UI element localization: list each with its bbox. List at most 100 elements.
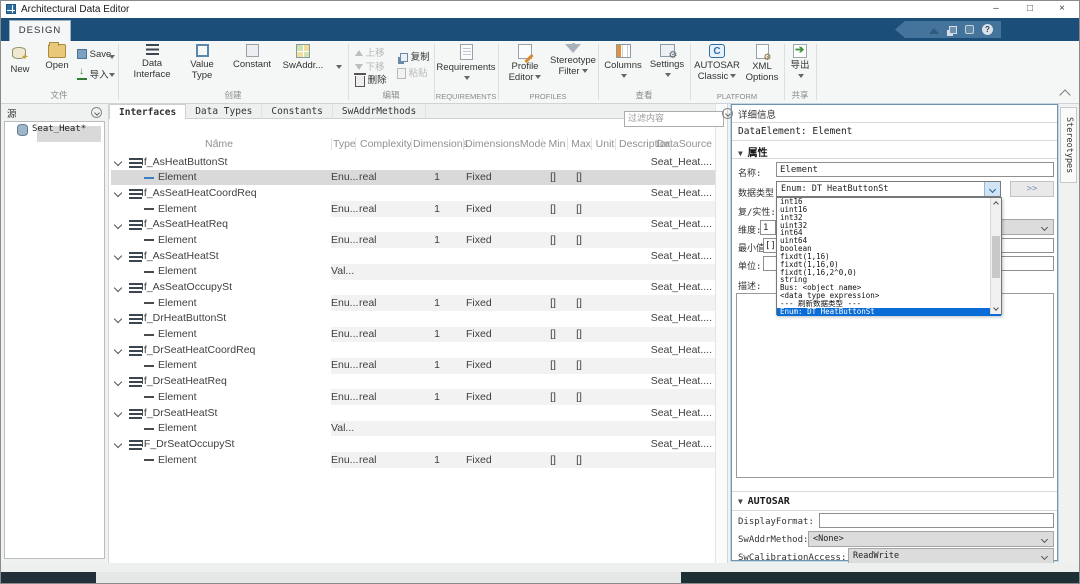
col-type[interactable]: Type [333, 138, 356, 150]
collapse-ribbon-icon[interactable] [929, 27, 939, 34]
table-row[interactable]: If_DrSeatHeatCoordReq Seat_Heat.... [111, 342, 715, 358]
swaddrmethod-combobox[interactable]: <None> [808, 531, 1054, 547]
combo-arrow-icon[interactable] [1037, 549, 1053, 563]
copy-button[interactable]: 复制 [397, 49, 430, 63]
col-datasource[interactable]: DataSource [657, 138, 712, 150]
create-gallery-caret[interactable] [336, 65, 342, 69]
minimize-button[interactable]: – [981, 1, 1011, 18]
tree-item-seat-heat[interactable]: Seat_Heat* [32, 124, 86, 134]
datatype-combobox[interactable]: Enum: DT HeatButtonSt [776, 181, 1001, 197]
chevron-down-icon[interactable] [113, 189, 123, 198]
more-datatype-button[interactable]: >> [1010, 181, 1054, 197]
combo-arrow-icon[interactable] [1037, 532, 1053, 546]
table-row[interactable]: Element Enu... real 1 Fixed [] [] [111, 169, 715, 186]
chevron-down-icon[interactable] [113, 251, 123, 261]
chevron-down-icon[interactable] [113, 220, 123, 229]
table-row[interactable]: Element Enu... real 1 Fixed [] [] [111, 389, 715, 405]
pan-icon[interactable] [965, 25, 974, 34]
table-row[interactable]: If_DrSeatHeatReq Seat_Heat.... [111, 374, 715, 390]
chevron-down-icon[interactable] [113, 440, 123, 449]
chevron-down-icon[interactable] [113, 377, 123, 386]
stereotypes-side-tab[interactable]: Stereotypes [1060, 107, 1077, 183]
table-row[interactable]: Element Enu... real 1 Fixed [] [] [111, 357, 715, 374]
datatype-option[interactable]: uint16 [777, 206, 1001, 214]
help-icon[interactable]: ? [982, 24, 993, 35]
description-textarea[interactable] [736, 293, 1054, 478]
datatype-option[interactable]: fixdt(1,16) [777, 253, 1001, 261]
chevron-down-icon[interactable] [113, 346, 123, 355]
table-row[interactable]: If_AsSeatHeatReq Seat_Heat.... [111, 217, 715, 233]
table-scrollbar[interactable] [715, 104, 728, 563]
displayformat-input[interactable] [819, 513, 1054, 528]
properties-section-header[interactable]: 属性 [738, 144, 768, 159]
col-unit[interactable]: Unit [593, 138, 617, 150]
open-button[interactable]: Open [39, 42, 75, 71]
datatype-option[interactable]: Enum: DT HeatButtonSt [777, 307, 1001, 316]
maximize-button[interactable]: □ [1015, 1, 1045, 18]
settings-button[interactable]: Settings [645, 44, 689, 81]
datatype-option[interactable]: fixdt(1,16,0) [777, 261, 1001, 269]
export-button[interactable]: 导出 [786, 44, 814, 82]
dropdown-scrollbar[interactable] [990, 198, 1001, 314]
chevron-down-icon[interactable] [113, 314, 123, 324]
profile-editor-button[interactable]: Profile Editor [501, 44, 549, 83]
collapse-source-panel-icon[interactable] [91, 107, 102, 118]
name-input[interactable] [776, 162, 1054, 177]
swcalibrationaccess-combobox[interactable]: ReadWrite [848, 548, 1054, 564]
editor-tab[interactable]: SwAddrMethods [333, 104, 427, 119]
datatype-option[interactable]: Bus: <object name> [777, 284, 1001, 292]
columns-button[interactable]: Columns [601, 44, 645, 82]
chevron-down-icon[interactable] [113, 408, 123, 418]
datatype-option[interactable]: boolean [777, 245, 1001, 253]
filter-input[interactable] [624, 111, 724, 127]
datatype-option[interactable]: uint32 [777, 222, 1001, 230]
layout-icon[interactable] [949, 25, 957, 34]
col-dimensions[interactable]: Dimensions [413, 138, 468, 150]
import-dropdown-caret[interactable] [109, 73, 115, 77]
table-row[interactable]: Element Val... [111, 420, 715, 437]
datatype-option[interactable]: <data type expression> [777, 292, 1001, 300]
close-button[interactable]: × [1047, 1, 1077, 18]
table-row[interactable]: If_AsHeatButtonSt Seat_Heat.... [111, 154, 715, 170]
tab-design[interactable]: DESIGN [9, 20, 71, 41]
save-button[interactable]: Save [77, 49, 111, 60]
table-row[interactable]: Element Enu... real 1 Fixed [] [] [111, 326, 715, 343]
swaddr-button[interactable]: SwAddr... [277, 44, 329, 71]
datatype-option[interactable]: int16 [777, 198, 1001, 206]
table-row[interactable]: Element Enu... real 1 Fixed [] [] [111, 452, 715, 468]
col-min[interactable]: Min [545, 138, 569, 150]
table-row[interactable]: If_DrSeatHeatSt Seat_Heat.... [111, 405, 715, 421]
constant-button[interactable]: Constant [227, 44, 277, 70]
datatype-option[interactable]: uint64 [777, 237, 1001, 245]
col-name[interactable]: Name [189, 138, 249, 150]
datatype-option[interactable]: int64 [777, 229, 1001, 237]
col-dimensionsmode[interactable]: DimensionsMode [465, 138, 546, 150]
editor-tab[interactable]: Data Types [186, 104, 263, 119]
stereotype-filter-button[interactable]: Stereotype Filter [549, 43, 597, 77]
import-button[interactable]: 导入 [77, 66, 109, 81]
table-row[interactable]: If_DrHeatButtonSt Seat_Heat.... [111, 311, 715, 327]
datatype-option[interactable]: int32 [777, 214, 1001, 222]
col-complexity[interactable]: Complexity [360, 138, 412, 150]
xml-options-button[interactable]: XML Options [741, 44, 783, 83]
table-row[interactable]: Element Val... [111, 263, 715, 280]
editor-tab[interactable]: Interfaces [109, 104, 187, 120]
table-row[interactable]: Element Enu... real 1 Fixed [] [] [111, 201, 715, 217]
table-row[interactable]: Element Enu... real 1 Fixed [] [] [111, 232, 715, 248]
value-type-button[interactable]: Value Type [177, 44, 227, 81]
table-row[interactable]: IF_DrSeatOccupySt Seat_Heat.... [111, 436, 715, 452]
scroll-down-icon[interactable] [992, 305, 999, 311]
delete-button[interactable]: 删除 [354, 72, 387, 88]
chevron-down-icon[interactable] [113, 283, 123, 292]
datatype-option[interactable]: fixdt(1,16,2^0,0) [777, 269, 1001, 277]
save-dropdown-caret[interactable] [109, 55, 115, 59]
collapse-details-panel-icon[interactable] [722, 108, 733, 119]
editor-tab[interactable]: Constants [262, 104, 333, 119]
combo-arrow-icon[interactable] [1037, 220, 1053, 234]
table-row[interactable]: Element Enu... real 1 Fixed [] [] [111, 295, 715, 311]
requirements-button[interactable]: Requirements [435, 44, 497, 84]
combo-arrow-icon[interactable] [984, 182, 1000, 196]
datatype-option[interactable]: --- 刷新数据类型 --- [777, 300, 1001, 308]
table-row[interactable]: If_AsSeatOccupySt Seat_Heat.... [111, 280, 715, 296]
autosar-classic-button[interactable]: C AUTOSAR Classic [693, 44, 741, 82]
